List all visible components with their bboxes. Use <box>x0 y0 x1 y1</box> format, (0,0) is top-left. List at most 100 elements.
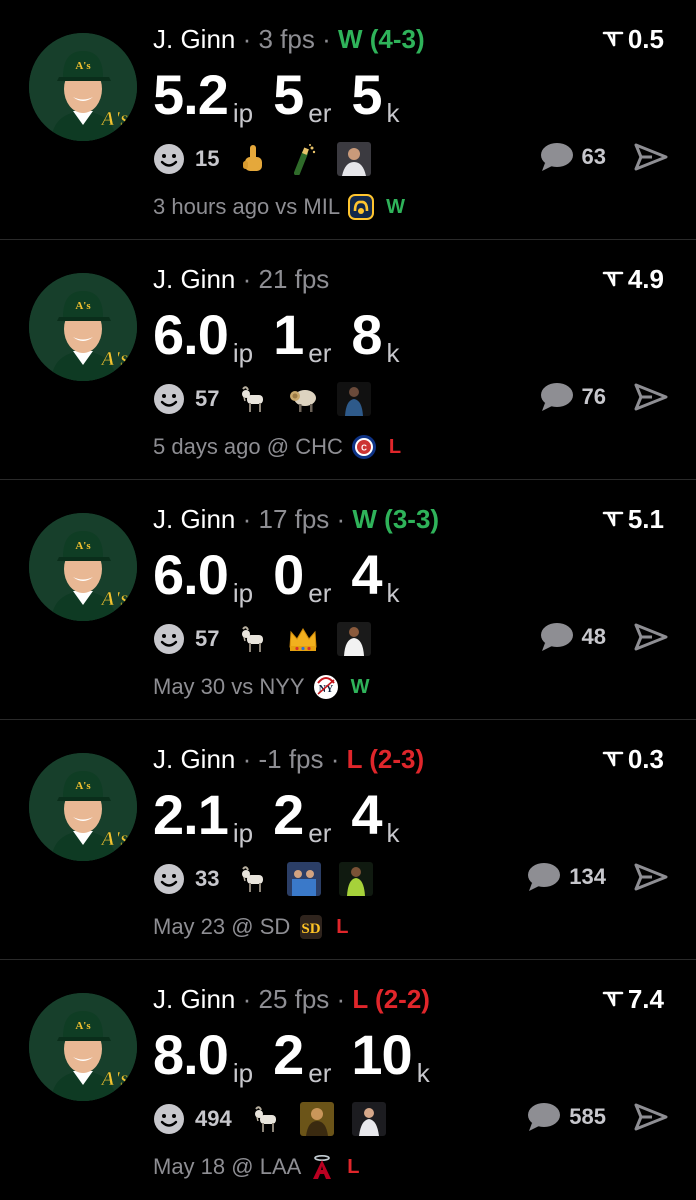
goat-icon[interactable] <box>237 623 269 655</box>
strikeouts-label: k <box>386 578 400 608</box>
smiley-reaction-icon[interactable] <box>153 143 185 175</box>
player-name[interactable]: J. Ginn <box>153 24 235 54</box>
feed-card[interactable]: A's A's J. Ginn · 17 fps · W (3-3) 5.1 6… <box>0 480 696 720</box>
comment-area: 48 <box>540 622 668 652</box>
svg-text:SD: SD <box>302 921 321 937</box>
feed: A's A's J. Ginn · 3 fps · W (4-3) 0.5 5.… <box>0 0 696 1200</box>
game-time-opponent: May 30 vs NYY <box>153 674 305 699</box>
player-name[interactable]: J. Ginn <box>153 744 235 774</box>
share-icon[interactable] <box>634 142 668 172</box>
champagne-icon[interactable] <box>287 143 319 175</box>
innings-pitched: 5.2 <box>153 63 229 126</box>
player-avatar[interactable]: A's A's <box>29 33 137 141</box>
reaction-gif-thumbnail[interactable] <box>337 142 372 176</box>
share-icon[interactable] <box>634 862 668 892</box>
smiley-reaction-icon[interactable] <box>153 383 185 415</box>
stat-line: 8.0 ip 2 er 10 k <box>153 1022 450 1088</box>
game-score: 0.5 <box>602 24 664 55</box>
reactions-row: 57 <box>153 622 389 656</box>
comment-count: 63 <box>581 144 606 169</box>
decision-record: W (4-3) <box>337 24 425 54</box>
player-avatar[interactable]: A's A's <box>29 513 137 621</box>
brewers-logo-icon <box>348 194 375 220</box>
game-time-opponent: May 18 @ LAA <box>153 1154 302 1179</box>
innings-label: ip <box>232 578 254 608</box>
smiley-reaction-icon[interactable] <box>153 623 185 655</box>
earned-runs-label: er <box>308 98 332 128</box>
player-name[interactable]: J. Ginn <box>153 504 235 534</box>
svg-text:A's: A's <box>100 828 129 850</box>
player-avatar[interactable]: A's A's <box>29 993 137 1101</box>
game-score-value: 7.4 <box>627 984 664 1014</box>
separator: · <box>314 24 338 54</box>
comment-count: 48 <box>581 624 606 649</box>
svg-text:A's: A's <box>75 300 91 312</box>
smiley-reaction-icon[interactable] <box>153 863 185 895</box>
stat-line: 5.2 ip 5 er 5k <box>153 62 420 128</box>
feed-card[interactable]: A's A's J. Ginn · -1 fps · L (2-3) 0.3 2… <box>0 720 696 960</box>
player-name[interactable]: J. Ginn <box>153 984 235 1014</box>
earned-runs-label: er <box>308 818 332 848</box>
reaction-count: 494 <box>195 1106 232 1131</box>
svg-text:A's: A's <box>100 348 129 370</box>
earned-runs-label: er <box>308 338 332 368</box>
earned-runs: 0 <box>273 543 304 606</box>
reaction-gif-thumbnail[interactable] <box>337 622 372 656</box>
feed-card[interactable]: A's A's J. Ginn · 21 fps 4.9 6.0 ip 1 er 8… <box>0 240 696 480</box>
comment-icon[interactable] <box>527 862 561 892</box>
strikeouts-label: k <box>416 1058 430 1088</box>
separator: · <box>329 504 353 534</box>
post-header: J. Ginn · 25 fps · L (2-2) <box>153 984 430 1015</box>
share-icon[interactable] <box>634 1102 668 1132</box>
game-result: L <box>388 435 402 458</box>
reaction-gif-thumbnail[interactable] <box>339 862 374 896</box>
reactions-row: 15 <box>153 142 389 176</box>
comment-icon[interactable] <box>540 622 574 652</box>
game-score: 0.3 <box>602 744 664 775</box>
game-footer: 3 hours ago vs MIL W <box>153 194 405 220</box>
reaction-count: 57 <box>195 386 220 411</box>
reaction-count: 57 <box>195 626 220 651</box>
game-score-icon <box>602 511 624 526</box>
feed-card[interactable]: A's A's J. Ginn · 3 fps · W (4-3) 0.5 5.… <box>0 0 696 240</box>
svg-text:A's: A's <box>75 780 91 792</box>
smiley-reaction-icon[interactable] <box>153 1103 185 1135</box>
goat-icon[interactable] <box>250 1103 282 1135</box>
post-header: J. Ginn · 21 fps <box>153 264 329 295</box>
decision-record: W (3-3) <box>352 504 440 534</box>
player-avatar[interactable]: A's A's <box>29 273 137 381</box>
strikeouts: 4 <box>351 543 382 606</box>
game-score: 7.4 <box>602 984 664 1015</box>
earned-runs: 2 <box>273 1023 304 1086</box>
goat-icon[interactable] <box>237 863 269 895</box>
game-time-opponent: May 23 @ SD <box>153 914 291 939</box>
game-score-value: 0.5 <box>627 24 664 54</box>
game-time-opponent: 3 hours ago vs MIL <box>153 194 341 219</box>
goat-icon[interactable] <box>237 383 269 415</box>
svg-text:A's: A's <box>75 60 91 72</box>
reaction-gif-thumbnail[interactable] <box>299 1102 334 1136</box>
reaction-gif-thumbnail[interactable] <box>287 862 322 896</box>
ram-icon[interactable] <box>287 383 319 415</box>
feed-card[interactable]: A's A's J. Ginn · 25 fps · L (2-2) 7.4 8… <box>0 960 696 1200</box>
crown-icon[interactable] <box>287 623 319 655</box>
reaction-gif-thumbnail[interactable] <box>337 382 372 416</box>
comment-icon[interactable] <box>527 1102 561 1132</box>
stat-line: 6.0 ip 1 er 8k <box>153 302 420 368</box>
reaction-count: 33 <box>195 866 220 891</box>
innings-label: ip <box>232 98 254 128</box>
yankees-logo-icon: NY <box>313 675 338 699</box>
share-icon[interactable] <box>634 382 668 412</box>
stat-line: 6.0 ip 0 er 4k <box>153 542 420 608</box>
comment-icon[interactable] <box>540 382 574 412</box>
middle-finger-icon[interactable] <box>237 143 269 175</box>
player-name[interactable]: J. Ginn <box>153 264 235 294</box>
share-icon[interactable] <box>634 622 668 652</box>
comment-icon[interactable] <box>540 142 574 172</box>
player-avatar[interactable]: A's A's <box>29 753 137 861</box>
reactions-row: 494 <box>153 1102 404 1136</box>
decision-record: L (2-3) <box>346 744 425 774</box>
cubs-logo-icon: C <box>351 435 376 459</box>
game-score-icon <box>602 751 624 766</box>
reaction-gif-thumbnail[interactable] <box>351 1102 386 1136</box>
